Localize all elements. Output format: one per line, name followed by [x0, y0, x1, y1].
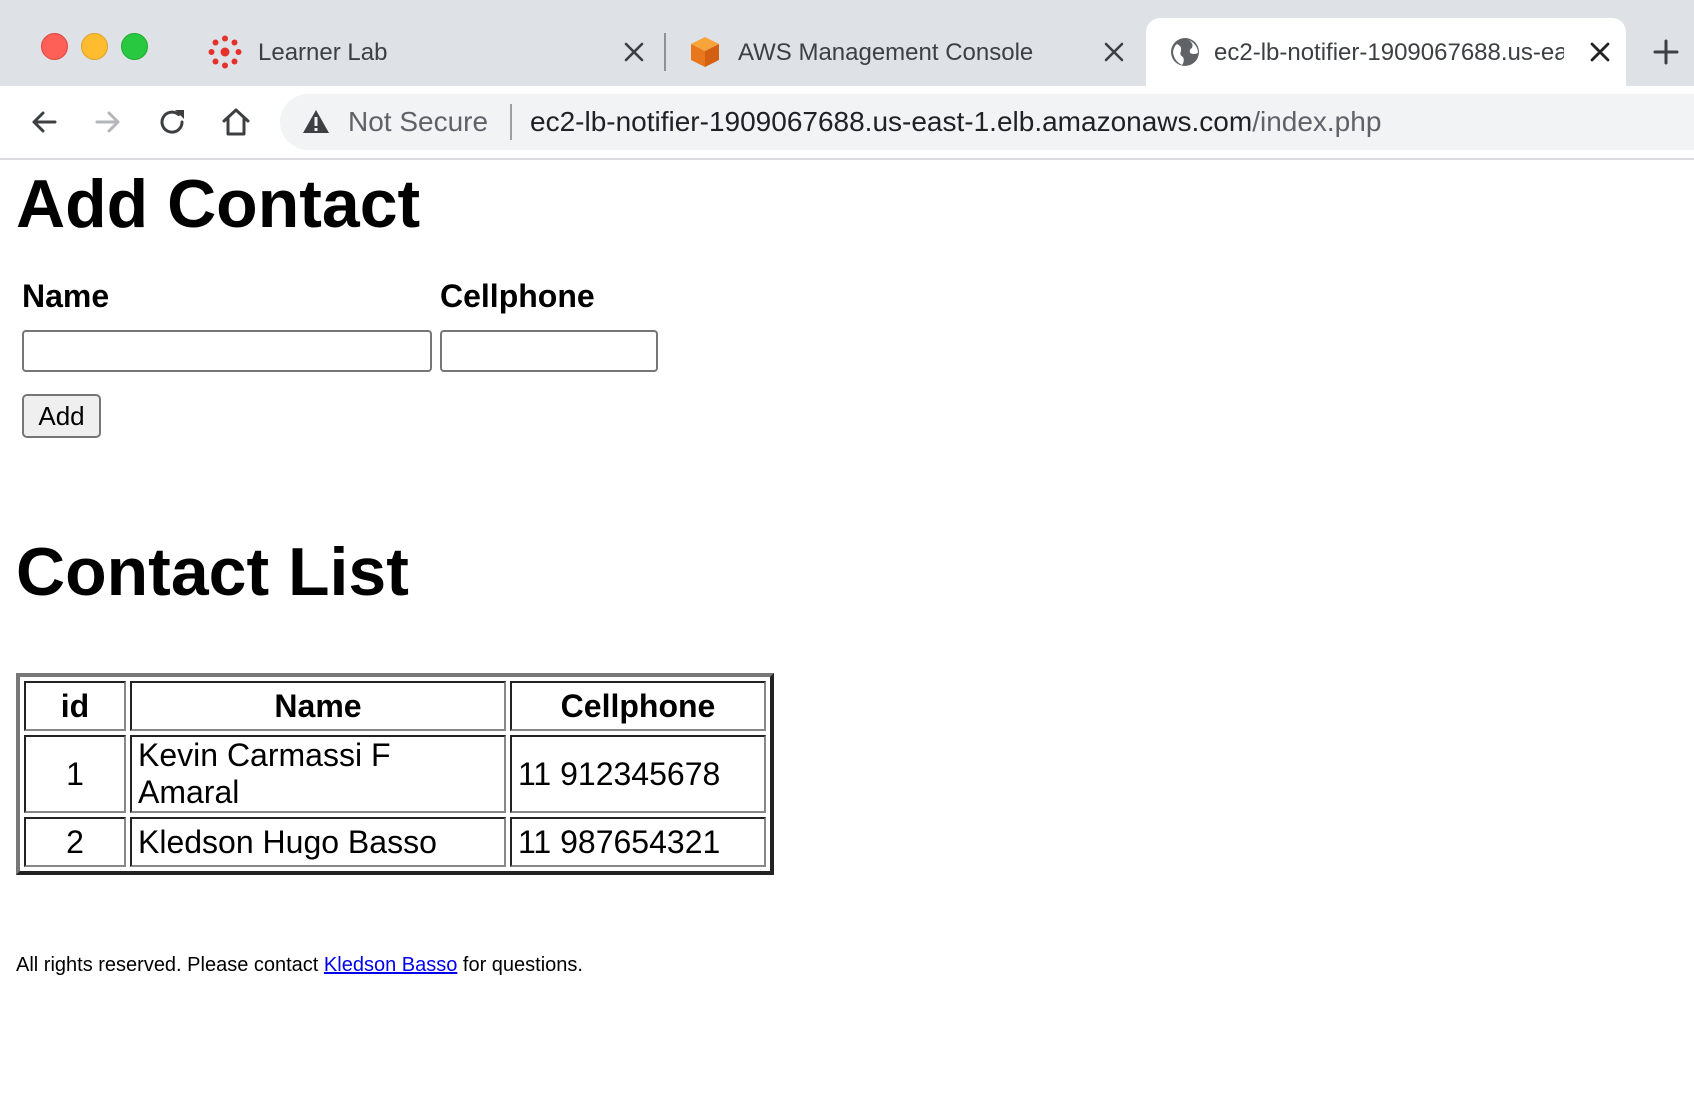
globe-icon	[1171, 38, 1199, 66]
maximize-window-button[interactable]	[121, 33, 148, 60]
url-text[interactable]: ec2-lb-notifier-1909067688.us-east-1.elb…	[530, 106, 1381, 138]
minimize-window-button[interactable]	[81, 33, 108, 60]
name-input[interactable]	[22, 330, 432, 372]
table-row: 1 Kevin Carmassi F Amaral 11 912345678	[24, 735, 766, 813]
table-row: 2 Kledson Hugo Basso 11 987654321	[24, 817, 766, 867]
back-arrow-icon[interactable]	[28, 106, 60, 138]
footer-suffix: for questions.	[457, 954, 583, 976]
contact-list-heading: Contact List	[16, 534, 409, 610]
footer-prefix: All rights reserved. Please contact	[16, 954, 324, 976]
page-footer: All rights reserved. Please contact Kled…	[16, 954, 583, 977]
security-status-label[interactable]: Not Secure	[348, 106, 488, 138]
contacts-table: id Name Cellphone 1 Kevin Carmassi F Ama…	[16, 673, 774, 875]
cell-cellphone: 11 987654321	[510, 817, 766, 867]
close-icon[interactable]	[1102, 40, 1126, 64]
tab-title: ec2-lb-notifier-1909067688.us-east-1.elb…	[1214, 39, 1564, 66]
table-header-row: id Name Cellphone	[24, 681, 766, 731]
cellphone-input[interactable]	[440, 330, 658, 372]
new-tab-icon[interactable]	[1652, 38, 1680, 66]
cell-id: 1	[24, 735, 126, 813]
tab-title: Learner Lab	[258, 39, 388, 66]
url-path: /index.php	[1252, 106, 1382, 137]
tab-title: AWS Management Console	[738, 39, 1034, 66]
tab-learner-lab[interactable]: Learner Lab	[190, 18, 660, 86]
aws-cube-icon	[691, 37, 719, 67]
tab-bar: Learner Lab AWS Management Console ec2-l…	[0, 0, 1694, 86]
cellphone-label: Cellphone	[440, 278, 595, 314]
cell-name: Kevin Carmassi F Amaral	[130, 735, 506, 813]
address-bar[interactable]: Not Secure ec2-lb-notifier-1909067688.us…	[280, 94, 1694, 150]
tab-aws-console[interactable]: AWS Management Console	[670, 18, 1140, 86]
contact-link[interactable]: Kledson Basso	[324, 954, 457, 976]
tab-separator	[664, 33, 666, 71]
forward-arrow-icon[interactable]	[92, 106, 124, 138]
cell-id: 2	[24, 817, 126, 867]
add-contact-heading: Add Contact	[16, 166, 421, 242]
browser-toolbar: Not Secure ec2-lb-notifier-1909067688.us…	[0, 86, 1694, 160]
canvas-logo-icon	[208, 35, 242, 69]
url-host: ec2-lb-notifier-1909067688.us-east-1.elb…	[530, 106, 1253, 137]
cell-cellphone: 11 912345678	[510, 735, 766, 813]
column-header-name: Name	[130, 681, 506, 731]
page-content: Add Contact Name Cellphone Add Contact L…	[0, 160, 1694, 1100]
reload-icon[interactable]	[156, 106, 188, 138]
close-icon[interactable]	[1588, 40, 1612, 64]
home-icon[interactable]	[220, 106, 252, 138]
name-label: Name	[22, 278, 110, 314]
warning-triangle-icon[interactable]	[302, 108, 330, 136]
tab-ec2-lb-notifier[interactable]: ec2-lb-notifier-1909067688.us-east-1.elb…	[1146, 18, 1626, 86]
column-header-cellphone: Cellphone	[510, 681, 766, 731]
close-window-button[interactable]	[41, 33, 68, 60]
column-header-id: id	[24, 681, 126, 731]
close-icon[interactable]	[622, 40, 646, 64]
omnibox-divider	[510, 104, 512, 140]
cell-name: Kledson Hugo Basso	[130, 817, 506, 867]
add-button[interactable]: Add	[22, 394, 101, 438]
